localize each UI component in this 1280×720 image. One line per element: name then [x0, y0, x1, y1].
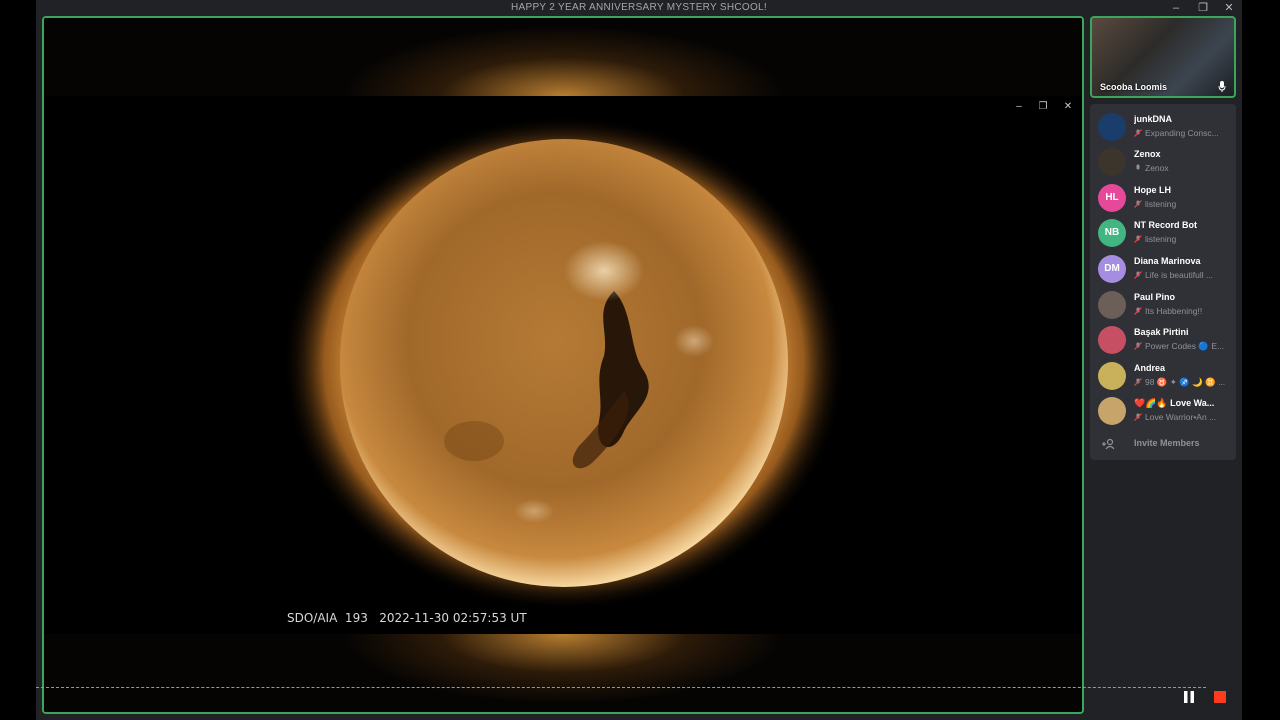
- member-status-text: Expanding Consc...: [1145, 128, 1219, 138]
- image-caption: SDO/AIA 193 2022-11-30 02:57:53 UT: [287, 611, 527, 625]
- invite-members-label: Invite Members: [1134, 438, 1200, 448]
- app-window: HAPPY 2 YEAR ANNIVERSARY MYSTERY SHCOOL!…: [36, 0, 1242, 720]
- left-letterbox: [0, 0, 36, 720]
- stream-restore-button[interactable]: ❐: [1036, 100, 1050, 114]
- invite-members-button[interactable]: Invite Members: [1090, 434, 1236, 454]
- avatar: [1098, 148, 1126, 176]
- member-item[interactable]: Andrea 98 ♉ ✦ ♐ 🌙 ♊ ...: [1090, 359, 1236, 393]
- avatar: [1098, 362, 1126, 390]
- member-item[interactable]: DM Diana Marinova Life is beautifull ...: [1090, 252, 1236, 286]
- stream-minimize-button[interactable]: –: [1012, 100, 1026, 114]
- member-item[interactable]: junkDNA Expanding Consc...: [1090, 110, 1236, 144]
- window-title: HAPPY 2 YEAR ANNIVERSARY MYSTERY SHCOOL!: [511, 2, 767, 13]
- right-letterbox: [1242, 0, 1280, 720]
- stream-close-button[interactable]: ✕: [1061, 100, 1075, 114]
- avatar: [1098, 291, 1126, 319]
- timeline-indicator: [36, 687, 1206, 688]
- title-bar: HAPPY 2 YEAR ANNIVERSARY MYSTERY SHCOOL!…: [36, 0, 1242, 16]
- member-status-text: listening: [1145, 234, 1177, 244]
- member-name: Diana Marinova: [1134, 256, 1201, 266]
- member-item[interactable]: NB NT Record Bot listening: [1090, 216, 1236, 250]
- member-name: Hope LH: [1134, 185, 1171, 195]
- muted-icon: [1134, 342, 1142, 350]
- stream-backdrop-bottom: [44, 634, 1082, 712]
- member-status-text: 98 ♉ ✦ ♐ 🌙 ♊ ...: [1145, 377, 1226, 387]
- member-item[interactable]: Paul Pino Its Habbening!!: [1090, 288, 1236, 322]
- member-status: Love Warrior•An ...: [1134, 412, 1230, 422]
- member-name: Zenox: [1134, 149, 1161, 159]
- member-status: listening: [1134, 234, 1230, 244]
- member-item[interactable]: ❤️🌈🔥 Love Wa... Love Warrior•An ...: [1090, 394, 1236, 428]
- avatar: NB: [1098, 219, 1126, 247]
- muted-icon: [1134, 413, 1142, 421]
- self-name: Scooba Loomis: [1100, 82, 1168, 92]
- member-status-text: Power Codes 🔵 E...: [1145, 341, 1225, 351]
- muted-icon: [1134, 378, 1142, 386]
- member-name: junkDNA: [1134, 114, 1172, 124]
- member-name: Paul Pino: [1134, 292, 1176, 302]
- muted-icon: [1134, 129, 1142, 137]
- muted-icon: [1134, 200, 1142, 208]
- avatar: [1098, 326, 1126, 354]
- member-list: junkDNA Expanding Consc... Zenox Zenox H…: [1090, 104, 1236, 460]
- avatar: DM: [1098, 255, 1126, 283]
- member-status: listening: [1134, 199, 1230, 209]
- stream-backdrop-top: [44, 18, 1082, 96]
- member-item[interactable]: Zenox Zenox: [1090, 145, 1236, 179]
- member-name: NT Record Bot: [1134, 220, 1197, 230]
- member-item[interactable]: Başak Pirtini Power Codes 🔵 E...: [1090, 323, 1236, 357]
- member-status-text: listening: [1145, 199, 1177, 209]
- self-video-tile[interactable]: Scooba Loomis: [1090, 16, 1236, 98]
- member-status: Power Codes 🔵 E...: [1134, 341, 1230, 352]
- avatar: HL: [1098, 184, 1126, 212]
- close-button[interactable]: ✕: [1219, 1, 1239, 15]
- stream-viewer[interactable]: – ❐ ✕ SDO/AIA 193 2022-11-30 02:57:53 UT: [42, 16, 1084, 714]
- member-status-text: Love Warrior•An ...: [1145, 412, 1217, 422]
- mic-icon: [1136, 164, 1140, 170]
- member-status: Life is beautifull ...: [1134, 270, 1230, 280]
- avatar: [1098, 113, 1126, 141]
- muted-icon: [1134, 307, 1142, 315]
- mic-icon: [1218, 81, 1226, 92]
- member-name: Andrea: [1134, 363, 1166, 373]
- member-status: Zenox: [1134, 163, 1230, 173]
- member-status-text: Its Habbening!!: [1145, 306, 1203, 316]
- shared-screen[interactable]: – ❐ ✕ SDO/AIA 193 2022-11-30 02:57:53 UT: [44, 96, 1082, 634]
- member-status: 98 ♉ ✦ ♐ 🌙 ♊ ...: [1134, 377, 1230, 388]
- member-name: ❤️🌈🔥 Love Wa...: [1134, 398, 1215, 408]
- avatar: [1098, 397, 1126, 425]
- member-status: Expanding Consc...: [1134, 128, 1230, 138]
- muted-icon: [1134, 235, 1142, 243]
- add-user-icon: [1102, 438, 1115, 450]
- pause-icon[interactable]: [1182, 690, 1196, 704]
- member-status: Its Habbening!!: [1134, 306, 1230, 316]
- member-status-text: Life is beautifull ...: [1145, 270, 1214, 280]
- member-status-text: Zenox: [1145, 163, 1169, 173]
- stop-icon[interactable]: [1214, 691, 1226, 703]
- muted-icon: [1134, 271, 1142, 279]
- member-item[interactable]: HL Hope LH listening: [1090, 181, 1236, 215]
- sun-image: [282, 115, 844, 611]
- member-name: Başak Pirtini: [1134, 327, 1189, 337]
- minimize-button[interactable]: –: [1166, 1, 1186, 15]
- restore-button[interactable]: ❐: [1193, 1, 1213, 15]
